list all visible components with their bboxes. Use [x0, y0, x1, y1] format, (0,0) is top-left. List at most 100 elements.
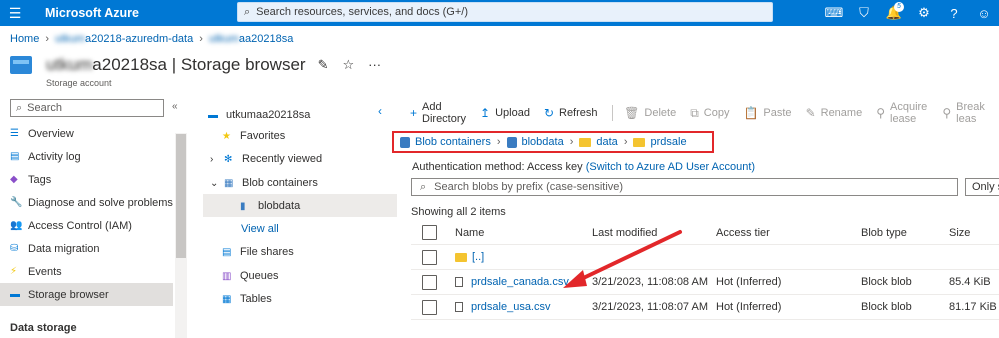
- breadcrumb-resource-group[interactable]: utkuma20218-azuredm-data: [55, 33, 193, 45]
- item-count: Showing all 2 items: [411, 206, 506, 218]
- menu-scrollbar-thumb[interactable]: [176, 134, 186, 258]
- upload-button[interactable]: ↥ Upload: [480, 106, 530, 120]
- brand-title[interactable]: Microsoft Azure: [45, 6, 139, 20]
- path-separator: ›: [569, 136, 574, 148]
- column-size[interactable]: Size: [949, 227, 970, 239]
- column-access-tier[interactable]: Access tier: [716, 227, 770, 239]
- tree-label: blobdata: [258, 200, 301, 212]
- column-last-modified[interactable]: Last modified: [592, 227, 657, 239]
- menu-item-overview[interactable]: ☰ Overview: [0, 122, 173, 145]
- tree-blob-containers[interactable]: ⌄ ▦ Blob containers: [210, 172, 318, 194]
- button-label: Paste: [763, 107, 792, 119]
- parent-folder-link[interactable]: [..]: [472, 251, 484, 263]
- tree-account-label: utkumaa20218sa: [226, 109, 311, 121]
- show-filter-dropdown[interactable]: Only s: [965, 178, 999, 196]
- acquire-lease-button[interactable]: ⚲ Acquire lease: [876, 101, 928, 125]
- column-blob-type[interactable]: Blob type: [861, 227, 907, 239]
- menu-item-iam[interactable]: 👥 Access Control (IAM): [0, 214, 173, 237]
- menu-item-diagnose[interactable]: 🔧 Diagnose and solve problems: [0, 191, 173, 214]
- tree-label: Recently viewed: [242, 153, 323, 165]
- copy-button[interactable]: ⧉ Copy: [690, 106, 729, 121]
- table-row-parent[interactable]: [..]: [411, 245, 999, 270]
- row-checkbox[interactable]: [422, 299, 437, 315]
- tree-label: File shares: [240, 246, 294, 258]
- settings-icon[interactable]: ⚙: [909, 0, 939, 26]
- path-container[interactable]: blobdata: [522, 136, 564, 148]
- menu-item-tags[interactable]: ◆ Tags: [0, 168, 173, 191]
- delete-button[interactable]: 🗑 Delete: [624, 106, 676, 120]
- rename-button[interactable]: ✎ Rename: [806, 106, 863, 120]
- tree-blobdata[interactable]: ▮ blobdata: [240, 195, 300, 217]
- pin-icon[interactable]: ✎: [318, 57, 329, 73]
- favorite-star-icon[interactable]: ☆: [342, 57, 354, 73]
- menu-item-events[interactable]: ⚡ Events: [0, 260, 173, 283]
- blob-name-link[interactable]: prdsale_canada.csv: [471, 276, 569, 288]
- tree-view-all[interactable]: View all: [241, 218, 279, 240]
- notifications-icon[interactable]: 🔔 5: [879, 0, 909, 26]
- help-icon[interactable]: ?: [939, 0, 969, 26]
- name-cell[interactable]: prdsale_usa.csv: [455, 301, 551, 313]
- select-all-checkbox[interactable]: [422, 225, 437, 240]
- menu-item-data-migration[interactable]: ⛁ Data migration: [0, 237, 173, 260]
- button-label: Add Directory: [422, 101, 467, 125]
- breadcrumb: Home › utkuma20218-azuredm-data › utkuma…: [10, 33, 293, 45]
- blob-list: Name Last modified Access tier Blob type…: [411, 221, 999, 320]
- collapse-tree-icon[interactable]: ‹: [378, 104, 382, 118]
- command-bar: + Add Directory ↥ Upload ↻ Refresh 🗑 Delete …: [410, 101, 999, 125]
- break-lease-button[interactable]: ⚲ Break leas: [942, 101, 985, 125]
- menu-item-label: Storage browser: [28, 288, 109, 301]
- directory-filter-icon[interactable]: ⛉: [849, 0, 879, 26]
- table-icon: ▦: [222, 293, 232, 305]
- table-row[interactable]: prdsale_canada.csv 3/21/2023, 11:08:08 A…: [411, 270, 999, 295]
- breadcrumb-rg-label: a20218-azuredm-data: [84, 33, 194, 45]
- chevron-right-icon[interactable]: ›: [210, 154, 224, 165]
- menu-item-label: Activity log: [28, 150, 81, 163]
- path-blob-containers[interactable]: Blob containers: [415, 136, 491, 148]
- menu-item-storage-browser[interactable]: ▬ Storage browser: [0, 283, 173, 306]
- column-name[interactable]: Name: [455, 227, 484, 239]
- tree-recently-viewed[interactable]: › ✻ Recently viewed: [210, 148, 322, 170]
- table-row[interactable]: prdsale_usa.csv 3/21/2023, 11:08:07 AM H…: [411, 295, 999, 320]
- chevron-down-icon[interactable]: ⌄: [210, 178, 224, 189]
- tree-account[interactable]: ▬ utkumaa20218sa: [208, 104, 310, 126]
- path-folder-prdsale[interactable]: prdsale: [650, 136, 686, 148]
- menu-item-activity-log[interactable]: ▤ Activity log: [0, 145, 173, 168]
- breadcrumb-home[interactable]: Home: [10, 33, 39, 45]
- tree-tables[interactable]: ▦ Tables: [222, 288, 272, 310]
- menu-item-label: Tags: [28, 173, 52, 186]
- cloud-shell-icon[interactable]: ⌨: [819, 0, 849, 26]
- breadcrumb-account[interactable]: utkumaa20218sa: [209, 33, 293, 45]
- blurred-text: utkum: [55, 33, 85, 45]
- blob-container-icon: [400, 136, 410, 148]
- add-directory-button[interactable]: + Add Directory: [410, 101, 466, 125]
- top-icons: ⌨ ⛉ 🔔 5 ⚙ ? ☺: [819, 0, 999, 26]
- global-search-input[interactable]: ⌕ Search resources, services, and docs (…: [237, 2, 773, 22]
- menu-icon[interactable]: ☰: [0, 0, 30, 26]
- name-cell[interactable]: prdsale_canada.csv: [455, 276, 569, 288]
- collapse-menu-icon[interactable]: «: [172, 101, 178, 112]
- rename-icon: ✎: [805, 106, 816, 120]
- search-icon: ⌕: [244, 5, 251, 18]
- parent-folder-cell[interactable]: [..]: [455, 251, 484, 263]
- blob-name-link[interactable]: prdsale_usa.csv: [471, 301, 551, 313]
- view-all-link[interactable]: View all: [241, 223, 279, 235]
- paste-button[interactable]: 📋 Paste: [743, 106, 791, 120]
- tree-queues[interactable]: ▥ Queues: [222, 265, 279, 287]
- migration-icon: ⛁: [10, 243, 19, 254]
- menu-search-input[interactable]: ⌕ Search: [10, 99, 164, 117]
- switch-auth-link[interactable]: (Switch to Azure AD User Account): [586, 161, 755, 173]
- row-checkbox[interactable]: [422, 249, 437, 265]
- feedback-icon[interactable]: ☺: [969, 0, 999, 26]
- tree-label: Blob containers: [242, 177, 318, 189]
- tree-file-shares[interactable]: ▤ File shares: [222, 241, 294, 263]
- blob-prefix-search-input[interactable]: ⌕ Search blobs by prefix (case-sensitive…: [411, 178, 958, 196]
- more-icon[interactable]: ···: [368, 57, 381, 73]
- tree-label: Queues: [240, 270, 279, 282]
- tag-icon: ◆: [10, 174, 18, 185]
- page-title: utkuma20218sa | Storage browser: [46, 55, 306, 75]
- row-checkbox[interactable]: [422, 274, 437, 290]
- refresh-button[interactable]: ↻ Refresh: [544, 106, 598, 120]
- path-folder-data[interactable]: data: [596, 136, 617, 148]
- paste-icon: 📋: [743, 106, 759, 120]
- tree-favorites[interactable]: ★ Favorites: [222, 125, 285, 147]
